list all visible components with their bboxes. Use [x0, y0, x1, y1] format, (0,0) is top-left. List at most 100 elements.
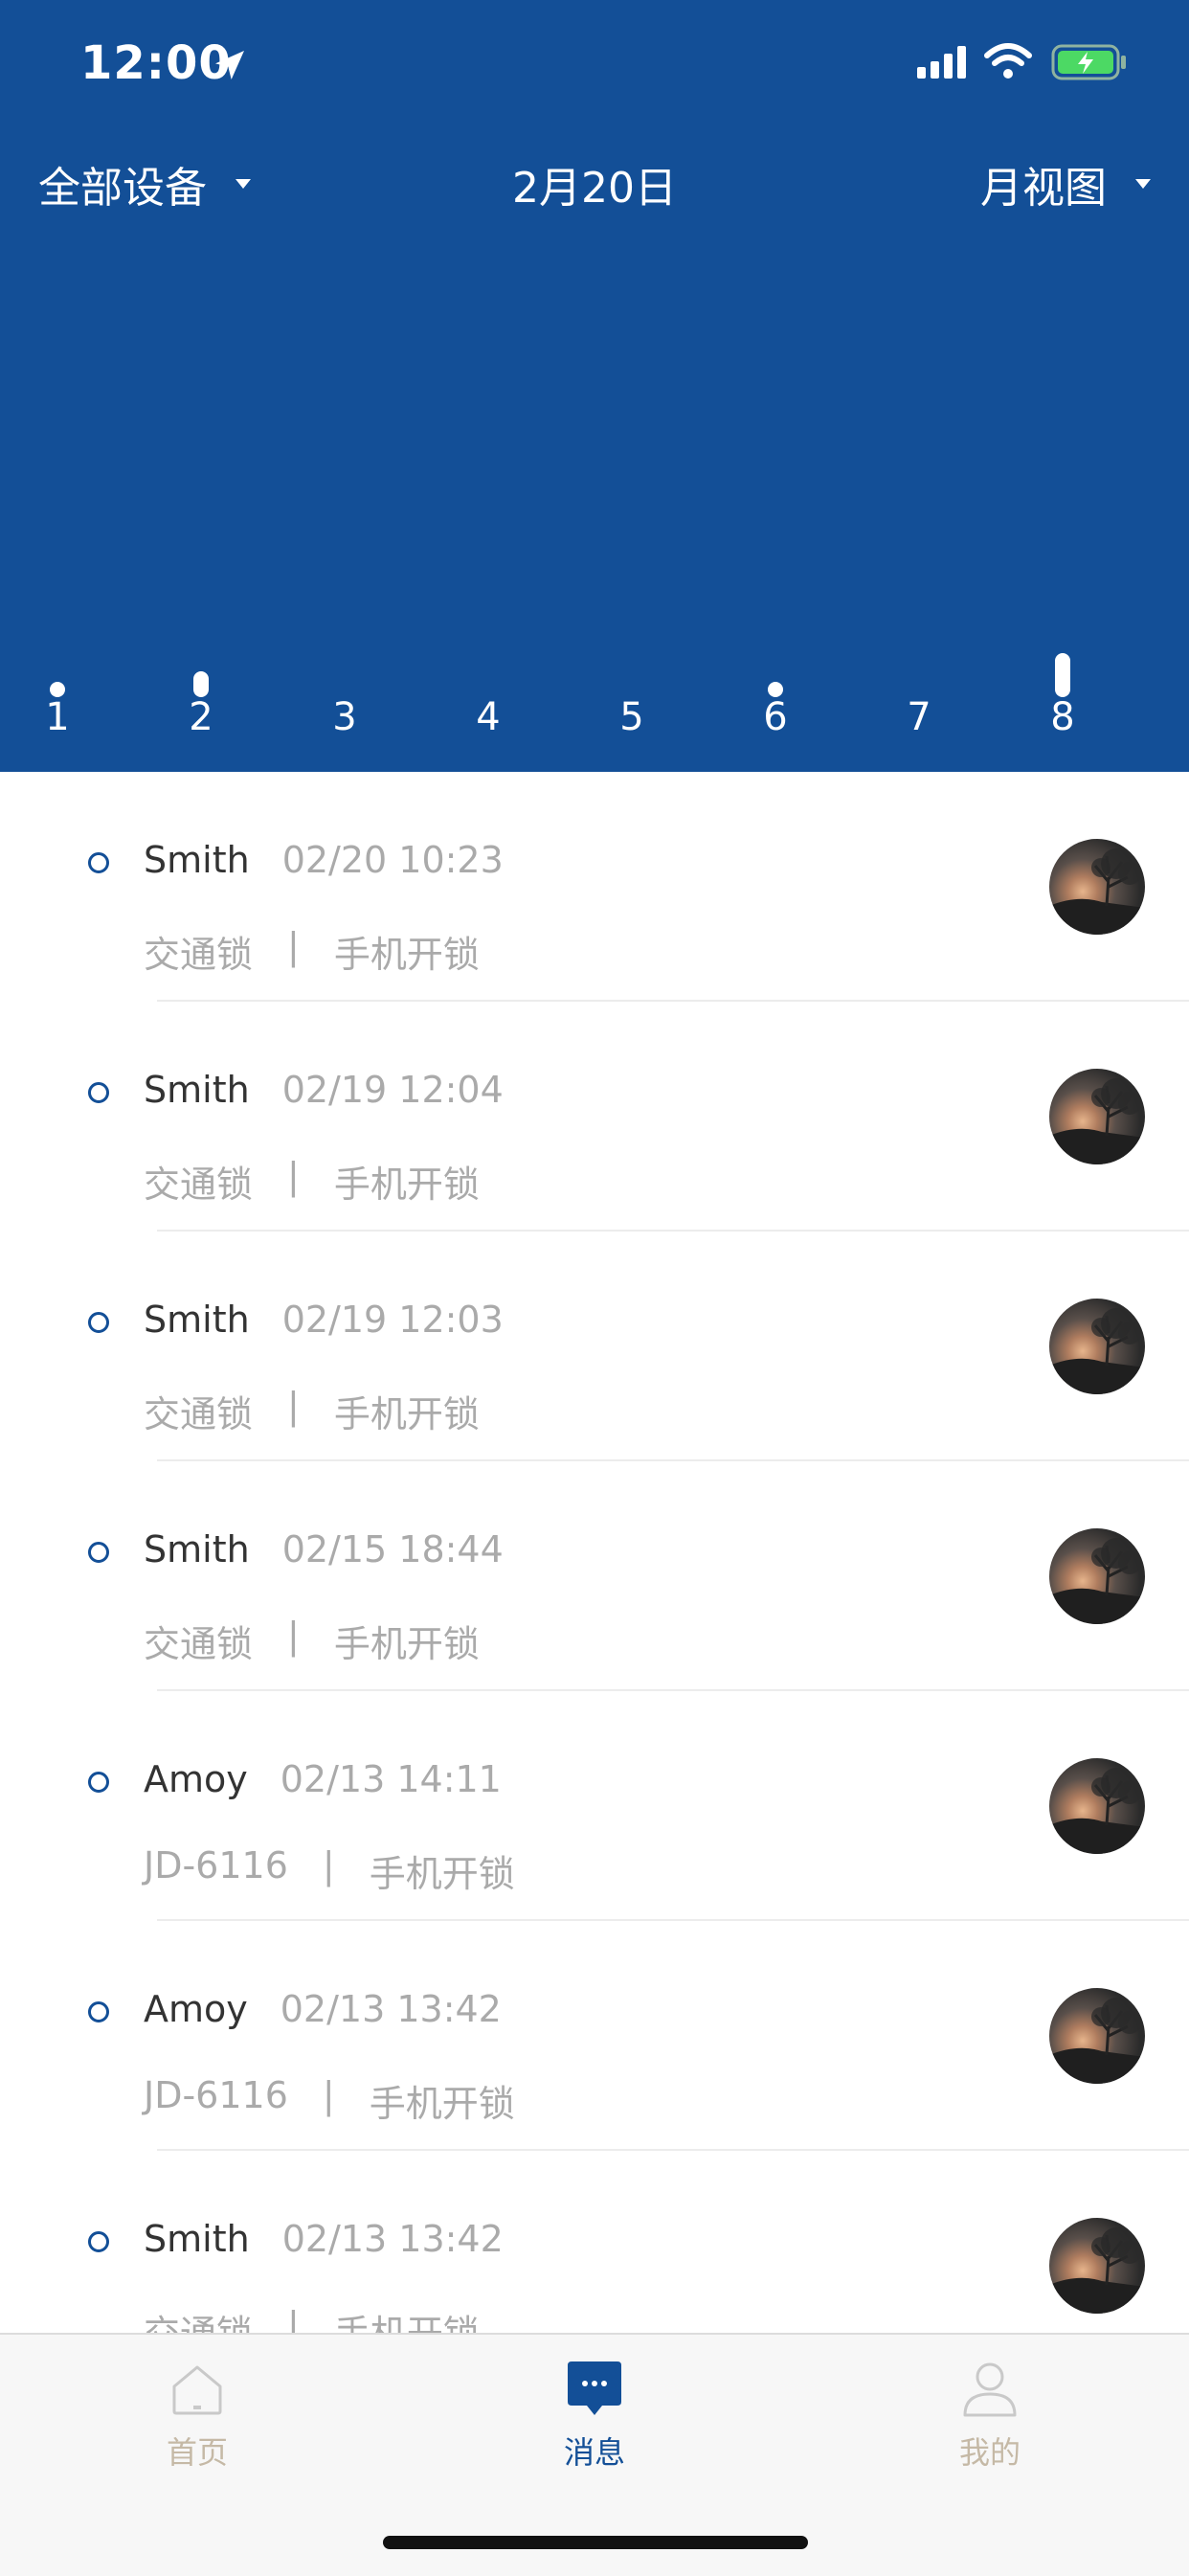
day-column[interactable]: 2: [172, 632, 230, 747]
unlock-method: 手机开锁: [369, 1853, 515, 1895]
item-detail: JD-6116 | 手机开锁: [144, 2074, 515, 2127]
wifi-icon: [984, 43, 1032, 79]
unlock-method: 手机开锁: [333, 934, 480, 976]
avatar[interactable]: [1049, 839, 1145, 935]
detail-separator: |: [287, 925, 300, 967]
unlock-method: 手机开锁: [333, 1164, 480, 1206]
item-detail: 交通锁 | 手机开锁: [144, 925, 480, 978]
day-column[interactable]: 8: [1034, 632, 1091, 747]
tree-silhouette-icon: [1049, 1308, 1145, 1394]
day-column[interactable]: 3: [316, 632, 373, 747]
list-item[interactable]: Amoy 02/13 14:11 JD-6116 | 手机开锁: [0, 1691, 1189, 1921]
day-label: 7: [907, 695, 931, 739]
chevron-down-icon: [1135, 179, 1151, 189]
device-name: 交通锁: [144, 2304, 253, 2333]
message-icon: [568, 2361, 621, 2415]
avatar[interactable]: [1049, 1988, 1145, 2084]
day-column[interactable]: 4: [460, 632, 517, 747]
user-name: Smith: [144, 839, 250, 881]
unlock-method: 手机开锁: [333, 1623, 480, 1665]
header-toolbar: 全部设备 2月20日 月视图: [0, 144, 1189, 230]
header: 12:00 全部设备 2月20日 月视图 1 2 3 4 5 6 7 8: [0, 0, 1189, 772]
signal-icon: [917, 46, 966, 79]
detail-separator: |: [287, 2304, 300, 2333]
day-activity-bar: [193, 671, 209, 697]
item-detail: 交通锁 | 手机开锁: [144, 1155, 480, 1208]
record-time: 02/13 13:42: [281, 2218, 504, 2260]
device-name: 交通锁: [144, 934, 254, 976]
detail-separator: |: [287, 1155, 300, 1197]
record-time: 02/15 18:44: [281, 1528, 504, 1570]
record-time: 02/20 10:23: [281, 839, 504, 881]
item-title: Smith 02/15 18:44: [144, 1528, 504, 1570]
record-time: 02/19 12:03: [281, 1299, 504, 1341]
item-title: Smith 02/13 13:42: [144, 2218, 504, 2260]
list-item[interactable]: Smith 02/19 12:03 交通锁 | 手机开锁: [0, 1232, 1189, 1461]
tab-messages[interactable]: 消息: [499, 2358, 690, 2473]
user-name: Smith: [144, 1299, 250, 1341]
tab-home[interactable]: 首页: [101, 2358, 293, 2473]
user-name: Smith: [144, 2218, 250, 2260]
day-column[interactable]: 5: [603, 632, 661, 747]
tree-silhouette-icon: [1049, 2227, 1145, 2314]
timeline-dot-icon: [88, 1082, 109, 1103]
day-column[interactable]: 1: [29, 632, 86, 747]
avatar[interactable]: [1049, 2218, 1145, 2314]
tree-silhouette-icon: [1049, 1768, 1145, 1854]
detail-separator: |: [322, 1844, 335, 1887]
detail-separator: |: [287, 1615, 300, 1657]
unlock-method: 手机开锁: [369, 2083, 515, 2125]
list-item[interactable]: Smith 02/15 18:44 交通锁 | 手机开锁: [0, 1461, 1189, 1691]
item-detail: 交通锁 | 手机开锁: [144, 1385, 480, 1437]
avatar[interactable]: [1049, 1758, 1145, 1854]
day-label: 3: [332, 695, 357, 739]
record-time: 02/13 13:42: [280, 1988, 502, 2030]
device-name: JD-6116: [144, 1844, 288, 1887]
avatar[interactable]: [1049, 1069, 1145, 1164]
device-name: 交通锁: [144, 1623, 254, 1665]
item-title: Smith 02/19 12:04: [144, 1069, 504, 1111]
day-activity-bar: [1055, 653, 1070, 697]
avatar[interactable]: [1049, 1528, 1145, 1624]
tab-profile[interactable]: 我的: [894, 2358, 1086, 2473]
timeline-dot-icon: [88, 1772, 109, 1793]
user-name: Amoy: [144, 1988, 248, 2030]
user-icon: [963, 2362, 1017, 2417]
unlock-method: 手机开锁: [334, 2304, 480, 2333]
list-item[interactable]: Smith 02/20 10:23 交通锁 | 手机开锁: [0, 772, 1189, 1002]
user-name: Smith: [144, 1069, 250, 1111]
item-title: Smith 02/20 10:23: [144, 839, 504, 881]
status-bar: 12:00: [0, 0, 1189, 134]
day-label: 2: [189, 695, 213, 739]
unlock-record-list[interactable]: Smith 02/20 10:23 交通锁 | 手机开锁 Smith 02/19 12:04…: [0, 772, 1189, 2333]
tree-silhouette-icon: [1049, 848, 1145, 935]
day-label: 6: [763, 695, 788, 739]
status-time: 12:00: [80, 36, 232, 90]
item-title: Amoy 02/13 14:11: [144, 1758, 502, 1800]
day-column[interactable]: 7: [890, 632, 948, 747]
home-indicator: [383, 2536, 808, 2549]
avatar[interactable]: [1049, 1299, 1145, 1394]
day-label: 5: [619, 695, 644, 739]
tree-silhouette-icon: [1049, 1538, 1145, 1624]
day-label: 1: [45, 695, 70, 739]
tree-silhouette-icon: [1049, 1998, 1145, 2084]
detail-separator: |: [287, 1385, 300, 1427]
unlock-method: 手机开锁: [333, 1393, 480, 1435]
item-title: Amoy 02/13 13:42: [144, 1988, 502, 2030]
device-name: 交通锁: [144, 1164, 254, 1206]
item-detail: JD-6116 | 手机开锁: [144, 1844, 515, 1897]
list-item[interactable]: Smith 02/19 12:04 交通锁 | 手机开锁: [0, 1002, 1189, 1232]
record-time: 02/13 14:11: [280, 1758, 502, 1800]
day-label: 4: [476, 695, 501, 739]
view-mode-dropdown[interactable]: 月视图: [980, 153, 1151, 215]
home-icon: [172, 2365, 222, 2415]
list-item[interactable]: Amoy 02/13 13:42 JD-6116 | 手机开锁: [0, 1921, 1189, 2151]
view-mode-label: 月视图: [980, 164, 1107, 213]
device-name: 交通锁: [144, 1393, 254, 1435]
timeline-dot-icon: [88, 1542, 109, 1563]
tab-profile-label: 我的: [958, 2434, 1021, 2471]
day-column[interactable]: 6: [747, 632, 804, 747]
timeline-dot-icon: [88, 2231, 109, 2252]
list-item[interactable]: Smith 02/13 13:42 交通锁 | 手机开锁: [0, 2151, 1189, 2333]
